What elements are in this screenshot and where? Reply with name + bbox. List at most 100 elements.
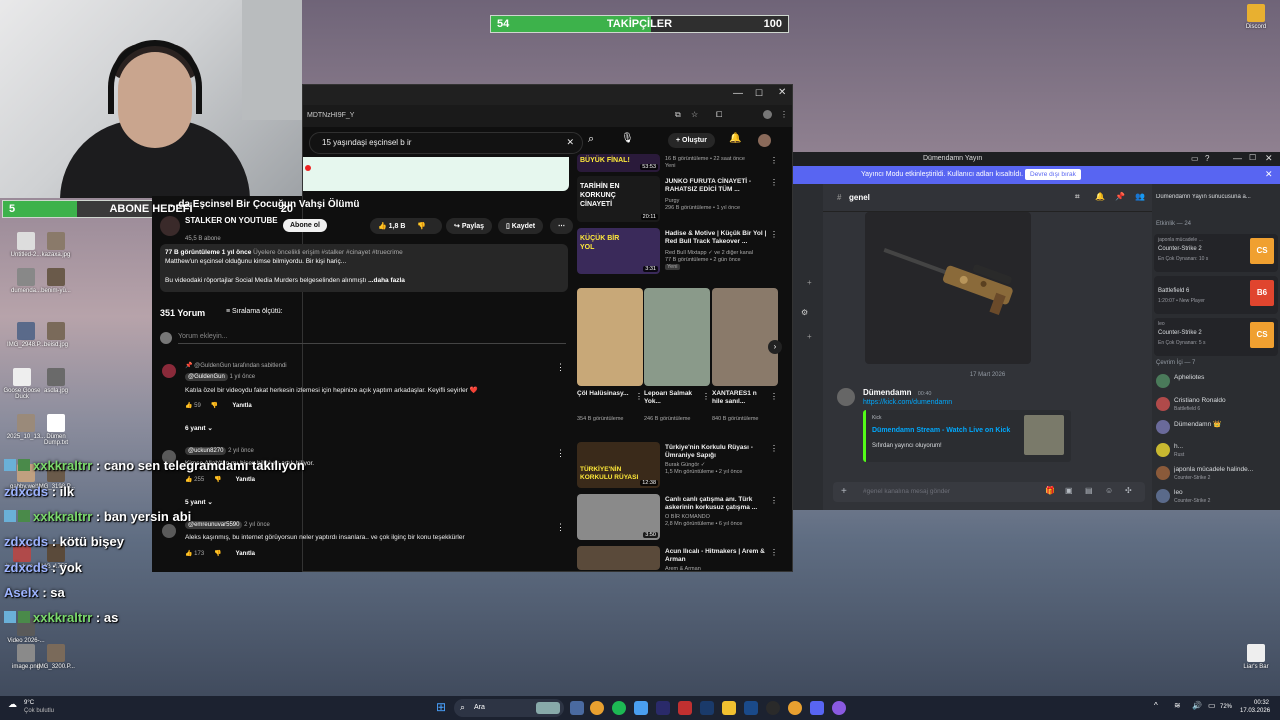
reply-button[interactable]: Yanıtla xyxy=(236,551,255,557)
maximize-button[interactable]: ☐ xyxy=(755,88,763,99)
like-icon[interactable]: 👍 xyxy=(185,477,194,483)
gift-icon[interactable]: 🎁 xyxy=(1045,486,1055,495)
taskbar-search[interactable]: ⌕ Ara xyxy=(454,699,564,717)
rec-thumbnail[interactable]: KÜÇÜK BİR YOL 3:31 xyxy=(577,228,660,274)
message-author[interactable]: Dümendamn xyxy=(863,388,911,397)
short-title[interactable]: XANTARES1 n hile sanıl... xyxy=(712,390,766,406)
emoji-icon[interactable]: ☺ xyxy=(1105,486,1113,495)
activity-card[interactable]: leo Counter-Strike 2 En Çok Oynanan: 5 s… xyxy=(1154,318,1278,356)
sticker-icon[interactable]: ▤ xyxy=(1085,486,1093,495)
chrome-icon[interactable] xyxy=(590,701,604,715)
create-button[interactable]: + Oluştur xyxy=(668,133,715,148)
wifi-icon[interactable]: ≋ xyxy=(1174,701,1181,710)
comment-avatar[interactable] xyxy=(162,364,176,378)
pin-icon[interactable]: 📌 xyxy=(1115,192,1125,201)
description-box[interactable]: 77 B görüntüleme 1 yıl önce Üyelere önce… xyxy=(160,244,568,292)
short-menu-icon[interactable]: ⋮ xyxy=(702,392,710,401)
activity-card[interactable]: japonla mücadele ... Counter-Strike 2 En… xyxy=(1154,234,1278,272)
view-replies-button[interactable]: 5 yanıt ⌄ xyxy=(185,498,213,506)
cast-icon[interactable]: ⧉ xyxy=(675,110,681,120)
photoshop-icon[interactable] xyxy=(744,701,758,715)
weather-temp[interactable]: 9°C xyxy=(24,700,34,706)
extensions-icon[interactable]: ⧠ xyxy=(716,110,722,120)
member-item[interactable]: Cristiano Ronaldo Battlefield 6 xyxy=(1156,395,1278,415)
rec-menu-icon[interactable]: ⋮ xyxy=(770,496,778,505)
rec-title[interactable]: JUNKO FURUTA CİNAYETİ - RAHATSIZ EDİCİ T… xyxy=(665,178,770,194)
bell-icon[interactable]: 🔔 xyxy=(1095,192,1105,201)
comment-input[interactable]: Yorum ekleyin... xyxy=(178,333,566,344)
close-window-button[interactable]: ✕ xyxy=(1265,153,1273,164)
add-icon[interactable]: + xyxy=(807,278,812,287)
address-bar[interactable]: MDTNzHI9F_Y ⧉ ☆ ⧠ ⋮ xyxy=(303,105,792,127)
clock-date[interactable]: 17.03.2026 xyxy=(1240,708,1270,714)
comment-author[interactable]: @uckun8270 xyxy=(185,447,227,455)
microphone-icon[interactable]: 🎙 xyxy=(621,133,634,144)
member-item[interactable]: Apheliotes xyxy=(1156,372,1278,392)
comment-avatar[interactable] xyxy=(162,524,176,538)
youtube-search-input[interactable]: 15 yaşındaşi eşcinsel b ir ✕ xyxy=(309,132,583,154)
channel-name[interactable]: STALKER ON YOUTUBE xyxy=(185,216,278,225)
rec-menu-icon[interactable]: ⋮ xyxy=(770,156,778,165)
maximize-button[interactable]: ☐ xyxy=(1249,153,1256,162)
rec-title[interactable]: Türkiye'nin Korkulu Rüyası - Ümraniye Sa… xyxy=(665,444,770,460)
subscribe-button[interactable]: Abone ol xyxy=(283,219,327,232)
short-title[interactable]: Lepoarı Salmak Yok... xyxy=(644,390,698,406)
windows-start-icon[interactable]: ⊞ xyxy=(436,700,446,714)
dislike-icon[interactable]: 👎 xyxy=(417,223,426,230)
rec-menu-icon[interactable]: ⋮ xyxy=(770,178,778,187)
sniper-rifle-image[interactable] xyxy=(865,212,1031,364)
tray-chevron-icon[interactable]: ^ xyxy=(1154,701,1158,710)
app-icon[interactable] xyxy=(832,701,846,715)
like-icon[interactable]: 👍 xyxy=(378,223,389,230)
progress-dot[interactable] xyxy=(305,165,311,171)
gif-icon[interactable]: ▣ xyxy=(1065,486,1073,495)
video-player[interactable] xyxy=(303,157,569,191)
bookmark-star-icon[interactable]: ☆ xyxy=(691,110,698,119)
message-link[interactable]: https://kick.com/dumendamn xyxy=(863,399,952,406)
browser-menu-icon[interactable]: ⋮ xyxy=(780,110,788,119)
desktop-icon[interactable]: beisd.jpg xyxy=(34,322,78,348)
reply-button[interactable]: Yanıtla xyxy=(236,477,255,483)
rec-thumbnail[interactable]: BÜYÜK FİNAL! 53:53 xyxy=(577,154,660,172)
rec-menu-icon[interactable]: ⋮ xyxy=(770,444,778,453)
disable-streamer-mode-button[interactable]: Devre dışı bırak xyxy=(1025,169,1081,180)
comment-menu-icon[interactable]: ⋮ xyxy=(556,362,565,373)
short-thumbnail[interactable] xyxy=(644,288,710,386)
clear-search-icon[interactable]: ✕ xyxy=(566,137,574,148)
profile-avatar[interactable] xyxy=(763,110,772,119)
members-icon[interactable]: 👥 xyxy=(1135,192,1145,201)
comment-author[interactable]: @GuldenGun xyxy=(185,373,228,381)
activity-card[interactable]: Battlefield 6 1:20:07 • New Player B6 xyxy=(1154,276,1278,314)
close-banner-icon[interactable]: ✕ xyxy=(1265,169,1273,180)
task-view-icon[interactable] xyxy=(570,701,584,715)
member-item[interactable]: h... Rust xyxy=(1156,441,1278,461)
desktop-icon[interactable]: asdla.jpg xyxy=(34,368,78,394)
short-menu-icon[interactable]: ⋮ xyxy=(635,392,643,401)
member-item[interactable]: japonla mücadele halinde... Counter-Stri… xyxy=(1156,464,1278,484)
dislike-icon[interactable]: 👎 xyxy=(214,477,221,483)
discord-icon[interactable] xyxy=(810,701,824,715)
short-title[interactable]: Çöl Halüsinasy... xyxy=(577,390,631,398)
view-replies-button[interactable]: 6 yanıt ⌄ xyxy=(185,424,213,432)
attach-plus-icon[interactable]: + xyxy=(841,486,847,497)
like-dislike-group[interactable]: 👍 1,8 B 👎 xyxy=(370,218,442,234)
message-input[interactable]: + #genel kanalına mesaj gönder 🎁 ▣ ▤ ☺ ✣ xyxy=(833,482,1145,502)
short-menu-icon[interactable]: ⋮ xyxy=(770,392,778,401)
desktop-icon[interactable]: kazaxa.jpg xyxy=(34,232,78,258)
member-item[interactable]: leo Counter-Strike 2 xyxy=(1156,487,1278,507)
short-thumbnail[interactable] xyxy=(712,288,778,386)
comment-menu-icon[interactable]: ⋮ xyxy=(556,448,565,459)
like-icon[interactable]: 👍 xyxy=(185,551,194,557)
add-icon[interactable]: + xyxy=(807,332,812,341)
weather-desc[interactable]: Çok bulutlu xyxy=(24,708,54,714)
rec-menu-icon[interactable]: ⋮ xyxy=(770,548,778,557)
file-explorer-icon[interactable] xyxy=(722,701,736,715)
account-avatar[interactable] xyxy=(758,134,771,147)
battery-percent[interactable]: 72% xyxy=(1220,704,1232,710)
minimize-button[interactable]: — xyxy=(733,88,743,99)
embed-title[interactable]: Dümendamn Stream - Watch Live on Kick xyxy=(872,427,1010,434)
rec-title[interactable]: Hadise & Motive | Küçük Bir Yol | Red Bu… xyxy=(665,230,770,246)
share-button[interactable]: ↪ Paylaş xyxy=(446,218,492,234)
like-icon[interactable]: 👍 xyxy=(185,403,194,409)
volume-icon[interactable]: 🔊 xyxy=(1192,701,1202,710)
